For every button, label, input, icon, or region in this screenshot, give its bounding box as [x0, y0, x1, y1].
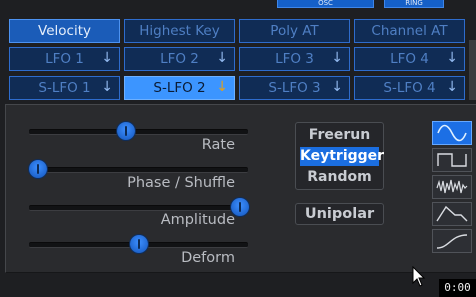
rate-slider-track[interactable]	[29, 129, 248, 135]
mod-source-label: Velocity	[38, 23, 91, 39]
mod-source-label: Channel AT	[371, 23, 448, 39]
arrow-down-icon[interactable]: ↓	[101, 79, 113, 95]
amplitude-label: Amplitude	[160, 212, 235, 228]
mod-source-label: S-LFO 3	[268, 80, 321, 96]
mod-source-lfo-1[interactable]: LFO 1 ↓	[9, 47, 120, 71]
mod-source-slfo-2[interactable]: S-LFO 2 ↓	[124, 76, 235, 100]
mouse-cursor-icon	[412, 266, 426, 287]
tab-ring[interactable]: RING	[384, 0, 444, 8]
mod-source-slfo-3[interactable]: S-LFO 3 ↓	[239, 76, 350, 100]
trigger-mode-random[interactable]: Random	[300, 168, 379, 187]
mod-source-lfo-2[interactable]: LFO 2 ↓	[124, 47, 235, 71]
phase-shuffle-label: Phase / Shuffle	[127, 175, 235, 191]
phase-shuffle-slider-knob[interactable]	[29, 160, 47, 178]
unipolar-button[interactable]: Unipolar	[295, 203, 384, 225]
arrow-down-icon[interactable]: ↓	[101, 50, 113, 66]
mod-source-label: S-LFO 4	[383, 80, 436, 96]
mod-source-label: LFO 4	[390, 51, 429, 67]
waveform-sine-button[interactable]	[432, 121, 472, 145]
arrow-down-icon[interactable]: ↓	[446, 79, 458, 95]
mod-source-slfo-1[interactable]: S-LFO 1 ↓	[9, 76, 120, 100]
mod-source-slfo-4[interactable]: S-LFO 4 ↓	[354, 76, 465, 100]
noise-wave-icon	[436, 179, 468, 194]
trigger-mode-keytrigger[interactable]: Keytrigger	[300, 147, 384, 166]
waveform-ramp-button[interactable]	[432, 229, 472, 253]
mod-source-label: LFO 3	[275, 51, 314, 67]
side-strip	[469, 40, 476, 100]
mod-source-label: Poly AT	[270, 23, 319, 39]
mod-source-lfo-4[interactable]: LFO 4 ↓	[354, 47, 465, 71]
arrow-down-icon[interactable]: ↓	[216, 79, 228, 95]
arrow-down-icon[interactable]: ↓	[331, 50, 343, 66]
amplitude-slider-track[interactable]	[29, 205, 248, 211]
waveform-square-button[interactable]	[432, 148, 472, 172]
sine-wave-icon	[437, 124, 467, 142]
mod-source-label: Highest Key	[139, 23, 220, 39]
tab-osc[interactable]: OSC	[277, 0, 374, 8]
envelope-shape-icon	[436, 205, 468, 222]
phase-shuffle-slider-track[interactable]	[29, 167, 248, 173]
mod-source-label: LFO 1	[45, 51, 84, 67]
trigger-mode-freerun[interactable]: Freerun	[300, 126, 379, 145]
mod-source-velocity[interactable]: Velocity	[9, 19, 120, 43]
mod-source-channel-at[interactable]: Channel AT	[354, 19, 465, 43]
mod-source-highest-key[interactable]: Highest Key	[124, 19, 235, 43]
square-wave-icon	[437, 153, 467, 167]
mod-source-poly-at[interactable]: Poly AT	[239, 19, 350, 43]
trigger-mode-selector: Freerun Keytrigger Random	[295, 122, 384, 190]
ramp-shape-icon	[436, 234, 468, 249]
arrow-down-icon[interactable]: ↓	[216, 50, 228, 66]
waveform-envelope-button[interactable]	[432, 202, 472, 226]
mod-source-label: S-LFO 2	[153, 80, 206, 96]
mod-source-label: LFO 2	[160, 51, 199, 67]
waveform-noise-button[interactable]	[432, 175, 472, 199]
mod-source-lfo-3[interactable]: LFO 3 ↓	[239, 47, 350, 71]
arrow-down-icon[interactable]: ↓	[446, 50, 458, 66]
time-readout: 0:00	[439, 279, 476, 297]
rate-label: Rate	[201, 137, 235, 153]
arrow-down-icon[interactable]: ↓	[331, 79, 343, 95]
deform-label: Deform	[181, 250, 235, 266]
mod-source-label: S-LFO 1	[38, 80, 91, 96]
